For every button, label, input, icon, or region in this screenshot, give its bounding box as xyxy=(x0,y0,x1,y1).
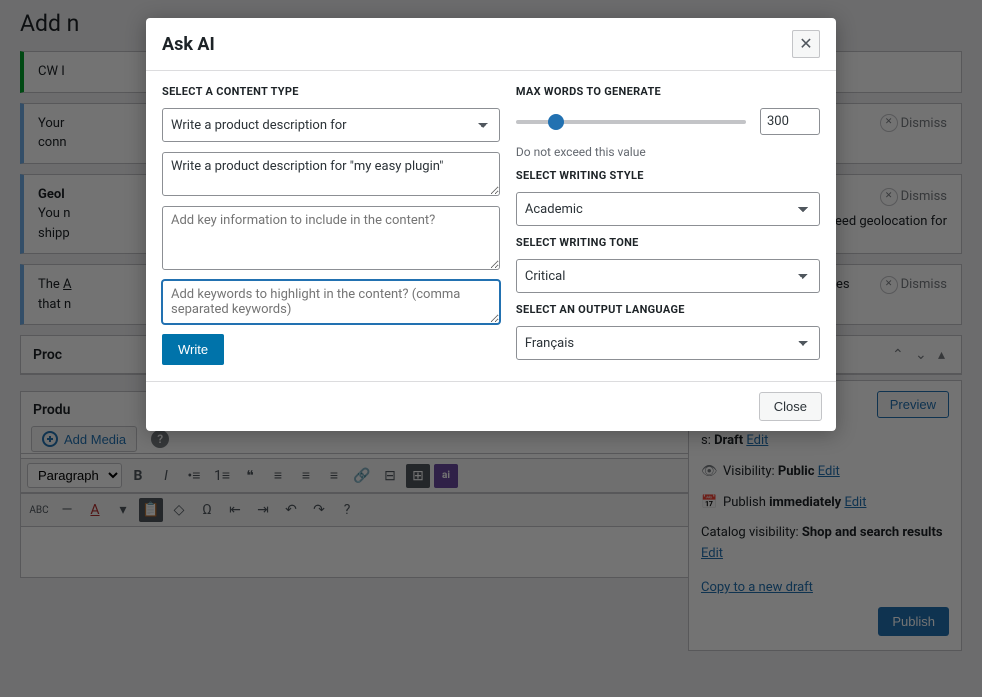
max-words-label: MAX WORDS TO GENERATE xyxy=(516,85,820,98)
prompt-textarea[interactable]: Write a product description for "my easy… xyxy=(162,152,500,196)
writing-tone-select[interactable]: Critical xyxy=(516,259,820,293)
ask-ai-modal: Ask AI ✕ SELECT A CONTENT TYPE Write a p… xyxy=(146,18,836,431)
modal-right-column: MAX WORDS TO GENERATE Do not exceed this… xyxy=(516,85,820,365)
output-language-select[interactable]: Français xyxy=(516,326,820,360)
writing-style-label: SELECT WRITING STYLE xyxy=(516,169,820,182)
key-info-textarea[interactable] xyxy=(162,206,500,270)
content-type-select[interactable]: Write a product description for xyxy=(162,108,500,142)
keywords-textarea[interactable] xyxy=(162,280,500,324)
max-words-hint: Do not exceed this value xyxy=(516,145,820,159)
writing-tone-label: SELECT WRITING TONE xyxy=(516,236,820,249)
max-words-input[interactable] xyxy=(760,108,820,135)
output-language-label: SELECT AN OUTPUT LANGUAGE xyxy=(516,303,820,316)
writing-style-select[interactable]: Academic xyxy=(516,192,820,226)
content-type-label: SELECT A CONTENT TYPE xyxy=(162,85,500,98)
close-icon[interactable]: ✕ xyxy=(792,30,820,58)
write-button[interactable]: Write xyxy=(162,334,224,365)
modal-overlay: Ask AI ✕ SELECT A CONTENT TYPE Write a p… xyxy=(0,0,982,697)
max-words-slider[interactable] xyxy=(516,120,746,124)
modal-left-column: SELECT A CONTENT TYPE Write a product de… xyxy=(162,85,500,365)
modal-title: Ask AI xyxy=(162,34,215,55)
close-button[interactable]: Close xyxy=(759,392,822,421)
